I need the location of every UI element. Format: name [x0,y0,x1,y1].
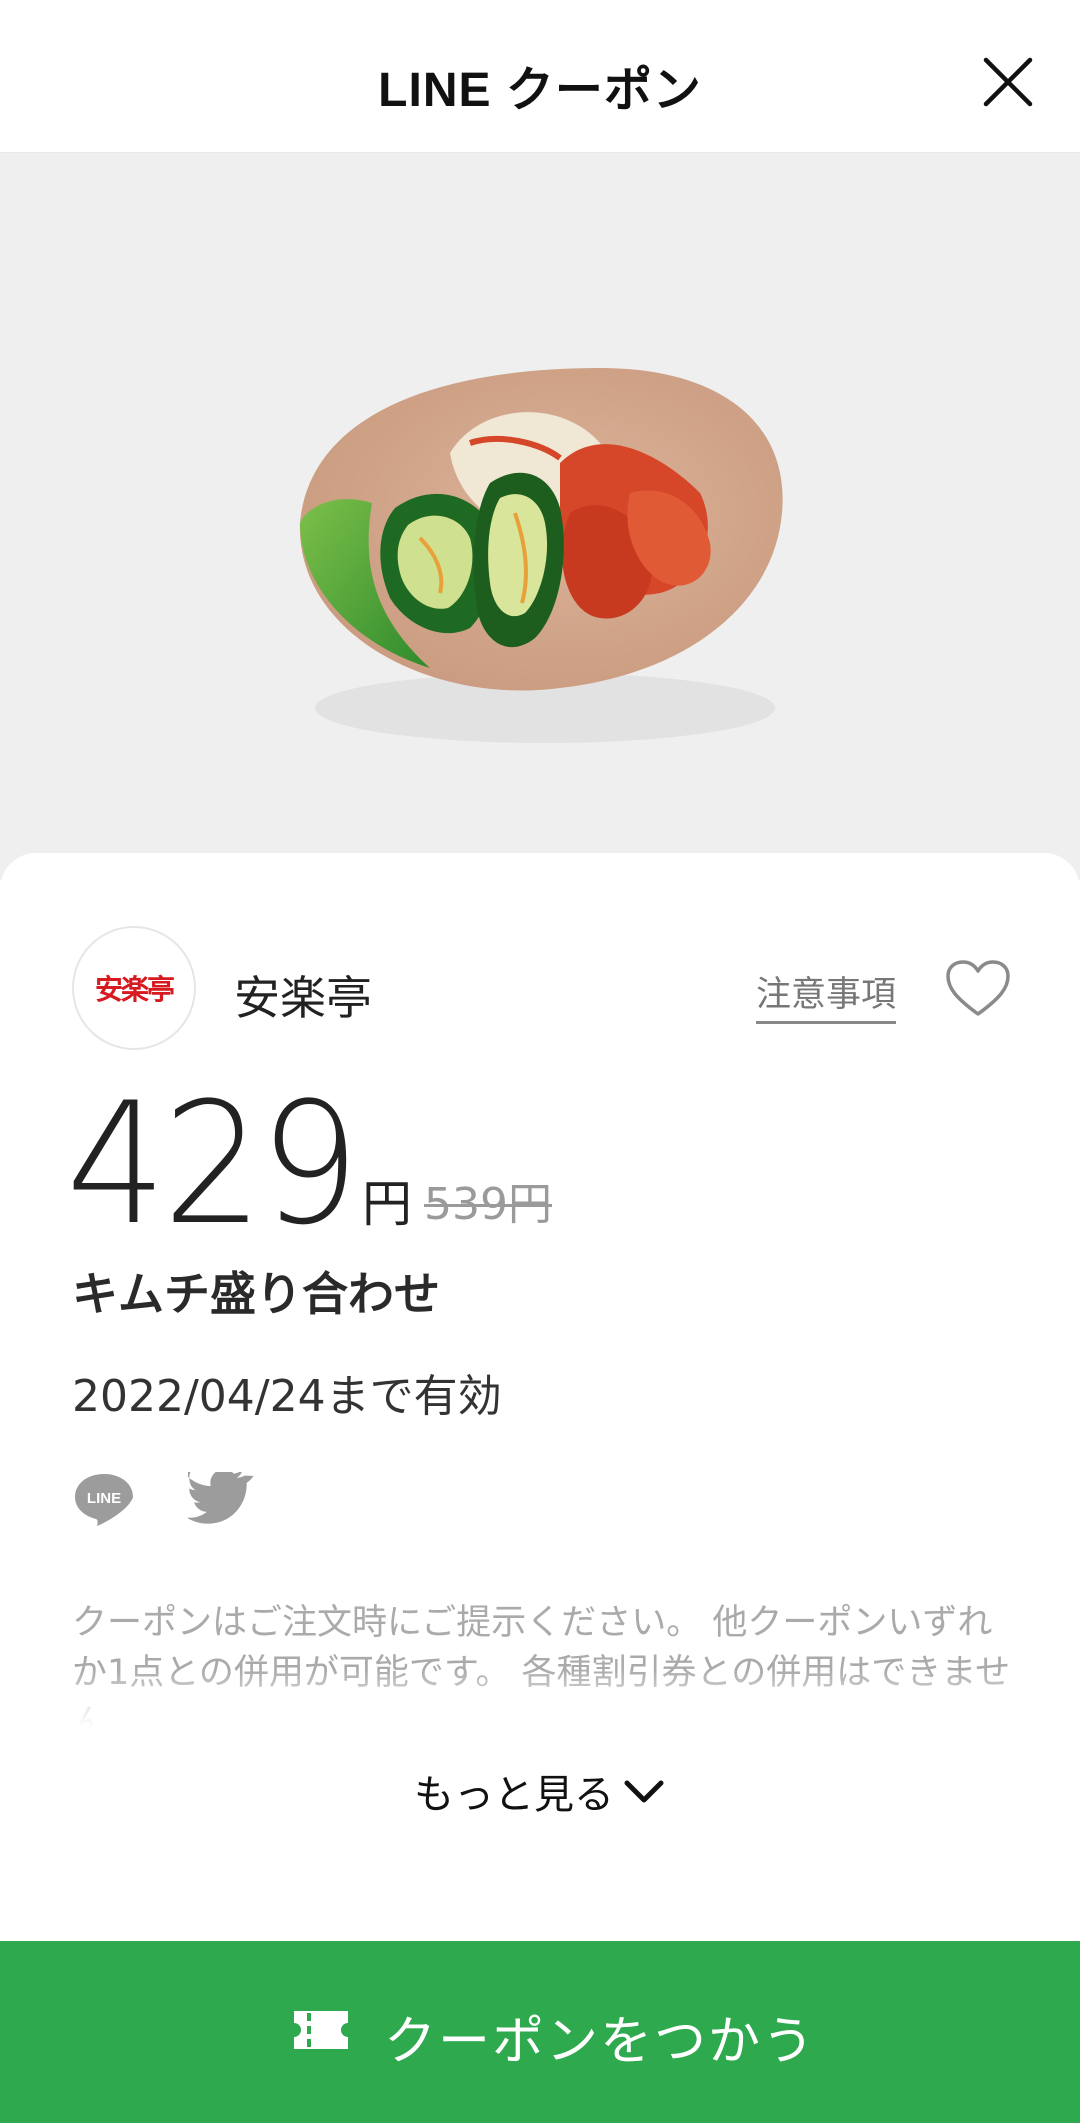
original-price: 539円 [424,1179,552,1230]
favorite-button[interactable] [944,958,1012,1020]
shop-logo-text: 安楽亭 [94,973,175,1006]
use-coupon-button[interactable]: クーポンをつかう [0,1941,1080,2123]
line-icon: LINE [75,1474,133,1526]
show-more-label: もっと見る [414,1772,614,1818]
heart-outline-icon [946,960,1010,1016]
svg-text:LINE: LINE [87,1490,121,1507]
price-currency: 円 [362,1175,412,1233]
coupon-description: クーポンはご注文時にご提示ください。 他クーポンいずれか1点との併用が可能です。… [72,1603,1011,1728]
app-header: LINE クーポン [0,0,1080,153]
product-name: キムチ盛り合わせ [72,1267,440,1321]
share-twitter-button[interactable] [183,1469,254,1530]
use-coupon-label: クーポンをつかう [384,2012,817,2072]
share-line-button[interactable]: LINE [72,1470,136,1530]
close-icon [983,57,1033,107]
shop-logo: 安楽亭 [72,926,196,1050]
chevron-down-icon [624,1780,664,1803]
validity-date: 2022/04/24まで有効 [72,1371,502,1422]
ticket-icon [294,2011,348,2049]
discount-price: 429 [66,1066,360,1262]
twitter-icon [183,1469,254,1524]
header-title: LINE クーポン [378,64,702,117]
notice-link[interactable]: 注意事項 [756,966,897,1024]
show-more-button[interactable]: もっと見る [0,1762,1080,1820]
close-button[interactable] [978,52,1038,112]
product-image [0,153,1080,880]
shop-name: 安楽亭 [234,971,372,1025]
